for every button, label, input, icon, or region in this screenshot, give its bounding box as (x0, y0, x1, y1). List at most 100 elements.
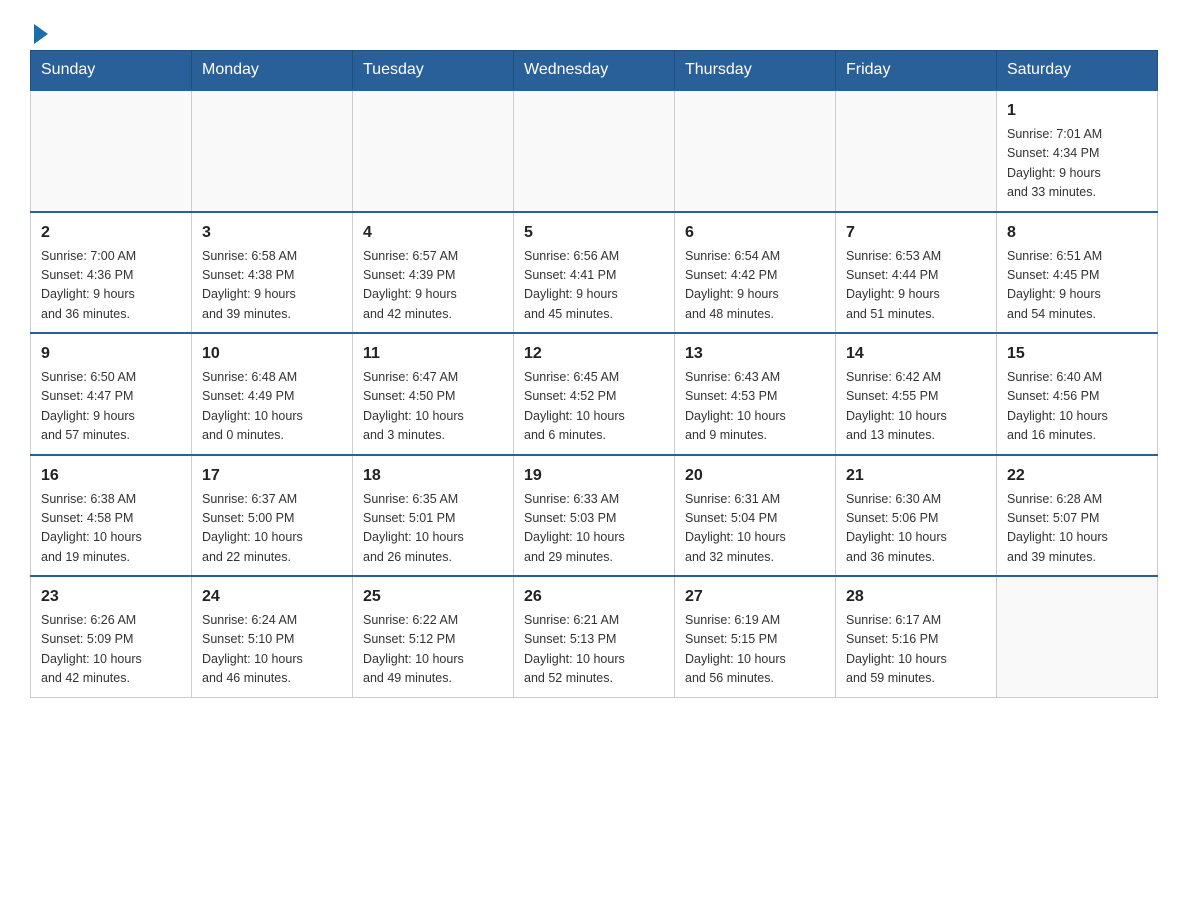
day-number: 11 (363, 342, 503, 366)
day-info: Sunrise: 6:40 AM Sunset: 4:56 PM Dayligh… (1007, 368, 1147, 446)
calendar-cell: 22Sunrise: 6:28 AM Sunset: 5:07 PM Dayli… (997, 455, 1158, 577)
day-info: Sunrise: 6:26 AM Sunset: 5:09 PM Dayligh… (41, 611, 181, 689)
day-number: 21 (846, 464, 986, 488)
day-info: Sunrise: 6:22 AM Sunset: 5:12 PM Dayligh… (363, 611, 503, 689)
calendar-cell: 18Sunrise: 6:35 AM Sunset: 5:01 PM Dayli… (353, 455, 514, 577)
calendar-cell: 19Sunrise: 6:33 AM Sunset: 5:03 PM Dayli… (514, 455, 675, 577)
day-info: Sunrise: 6:38 AM Sunset: 4:58 PM Dayligh… (41, 490, 181, 568)
day-number: 6 (685, 221, 825, 245)
day-info: Sunrise: 6:37 AM Sunset: 5:00 PM Dayligh… (202, 490, 342, 568)
day-info: Sunrise: 6:54 AM Sunset: 4:42 PM Dayligh… (685, 247, 825, 325)
day-info: Sunrise: 6:57 AM Sunset: 4:39 PM Dayligh… (363, 247, 503, 325)
day-info: Sunrise: 6:50 AM Sunset: 4:47 PM Dayligh… (41, 368, 181, 446)
week-row-5: 23Sunrise: 6:26 AM Sunset: 5:09 PM Dayli… (31, 576, 1158, 697)
day-info: Sunrise: 7:00 AM Sunset: 4:36 PM Dayligh… (41, 247, 181, 325)
calendar-cell: 12Sunrise: 6:45 AM Sunset: 4:52 PM Dayli… (514, 333, 675, 455)
calendar-cell: 5Sunrise: 6:56 AM Sunset: 4:41 PM Daylig… (514, 212, 675, 334)
calendar-cell: 11Sunrise: 6:47 AM Sunset: 4:50 PM Dayli… (353, 333, 514, 455)
day-info: Sunrise: 6:47 AM Sunset: 4:50 PM Dayligh… (363, 368, 503, 446)
day-info: Sunrise: 6:24 AM Sunset: 5:10 PM Dayligh… (202, 611, 342, 689)
day-number: 13 (685, 342, 825, 366)
calendar-cell: 1Sunrise: 7:01 AM Sunset: 4:34 PM Daylig… (997, 90, 1158, 212)
day-number: 23 (41, 585, 181, 609)
calendar-cell (997, 576, 1158, 697)
calendar-table: SundayMondayTuesdayWednesdayThursdayFrid… (30, 50, 1158, 698)
day-info: Sunrise: 6:51 AM Sunset: 4:45 PM Dayligh… (1007, 247, 1147, 325)
day-number: 12 (524, 342, 664, 366)
calendar-cell: 15Sunrise: 6:40 AM Sunset: 4:56 PM Dayli… (997, 333, 1158, 455)
calendar-cell: 4Sunrise: 6:57 AM Sunset: 4:39 PM Daylig… (353, 212, 514, 334)
day-info: Sunrise: 6:30 AM Sunset: 5:06 PM Dayligh… (846, 490, 986, 568)
day-number: 24 (202, 585, 342, 609)
day-number: 9 (41, 342, 181, 366)
weekday-header-monday: Monday (192, 51, 353, 91)
calendar-cell (353, 90, 514, 212)
day-number: 22 (1007, 464, 1147, 488)
week-row-1: 1Sunrise: 7:01 AM Sunset: 4:34 PM Daylig… (31, 90, 1158, 212)
calendar-cell: 24Sunrise: 6:24 AM Sunset: 5:10 PM Dayli… (192, 576, 353, 697)
day-number: 27 (685, 585, 825, 609)
weekday-header-friday: Friday (836, 51, 997, 91)
day-number: 28 (846, 585, 986, 609)
calendar-cell: 13Sunrise: 6:43 AM Sunset: 4:53 PM Dayli… (675, 333, 836, 455)
calendar-cell (192, 90, 353, 212)
day-number: 26 (524, 585, 664, 609)
day-info: Sunrise: 6:56 AM Sunset: 4:41 PM Dayligh… (524, 247, 664, 325)
calendar-cell: 10Sunrise: 6:48 AM Sunset: 4:49 PM Dayli… (192, 333, 353, 455)
calendar-cell: 17Sunrise: 6:37 AM Sunset: 5:00 PM Dayli… (192, 455, 353, 577)
calendar-cell: 27Sunrise: 6:19 AM Sunset: 5:15 PM Dayli… (675, 576, 836, 697)
day-info: Sunrise: 6:43 AM Sunset: 4:53 PM Dayligh… (685, 368, 825, 446)
calendar-cell: 25Sunrise: 6:22 AM Sunset: 5:12 PM Dayli… (353, 576, 514, 697)
calendar-cell: 7Sunrise: 6:53 AM Sunset: 4:44 PM Daylig… (836, 212, 997, 334)
calendar-cell: 2Sunrise: 7:00 AM Sunset: 4:36 PM Daylig… (31, 212, 192, 334)
day-info: Sunrise: 6:31 AM Sunset: 5:04 PM Dayligh… (685, 490, 825, 568)
weekday-header-row: SundayMondayTuesdayWednesdayThursdayFrid… (31, 51, 1158, 91)
calendar-cell: 8Sunrise: 6:51 AM Sunset: 4:45 PM Daylig… (997, 212, 1158, 334)
day-number: 2 (41, 221, 181, 245)
week-row-2: 2Sunrise: 7:00 AM Sunset: 4:36 PM Daylig… (31, 212, 1158, 334)
logo-arrow-icon (34, 24, 48, 44)
weekday-header-wednesday: Wednesday (514, 51, 675, 91)
day-number: 16 (41, 464, 181, 488)
day-info: Sunrise: 6:58 AM Sunset: 4:38 PM Dayligh… (202, 247, 342, 325)
calendar-cell (31, 90, 192, 212)
calendar-cell: 23Sunrise: 6:26 AM Sunset: 5:09 PM Dayli… (31, 576, 192, 697)
calendar-cell: 21Sunrise: 6:30 AM Sunset: 5:06 PM Dayli… (836, 455, 997, 577)
calendar-cell: 28Sunrise: 6:17 AM Sunset: 5:16 PM Dayli… (836, 576, 997, 697)
week-row-4: 16Sunrise: 6:38 AM Sunset: 4:58 PM Dayli… (31, 455, 1158, 577)
day-info: Sunrise: 6:42 AM Sunset: 4:55 PM Dayligh… (846, 368, 986, 446)
day-number: 18 (363, 464, 503, 488)
weekday-header-tuesday: Tuesday (353, 51, 514, 91)
day-info: Sunrise: 7:01 AM Sunset: 4:34 PM Dayligh… (1007, 125, 1147, 203)
day-number: 19 (524, 464, 664, 488)
logo (30, 20, 48, 40)
page-header (30, 20, 1158, 40)
day-info: Sunrise: 6:19 AM Sunset: 5:15 PM Dayligh… (685, 611, 825, 689)
day-number: 1 (1007, 99, 1147, 123)
day-number: 4 (363, 221, 503, 245)
day-number: 3 (202, 221, 342, 245)
day-number: 17 (202, 464, 342, 488)
day-info: Sunrise: 6:48 AM Sunset: 4:49 PM Dayligh… (202, 368, 342, 446)
calendar-cell: 6Sunrise: 6:54 AM Sunset: 4:42 PM Daylig… (675, 212, 836, 334)
calendar-cell: 16Sunrise: 6:38 AM Sunset: 4:58 PM Dayli… (31, 455, 192, 577)
day-info: Sunrise: 6:17 AM Sunset: 5:16 PM Dayligh… (846, 611, 986, 689)
day-number: 15 (1007, 342, 1147, 366)
calendar-cell: 3Sunrise: 6:58 AM Sunset: 4:38 PM Daylig… (192, 212, 353, 334)
day-number: 7 (846, 221, 986, 245)
day-info: Sunrise: 6:33 AM Sunset: 5:03 PM Dayligh… (524, 490, 664, 568)
calendar-cell (514, 90, 675, 212)
calendar-cell: 26Sunrise: 6:21 AM Sunset: 5:13 PM Dayli… (514, 576, 675, 697)
week-row-3: 9Sunrise: 6:50 AM Sunset: 4:47 PM Daylig… (31, 333, 1158, 455)
calendar-cell: 20Sunrise: 6:31 AM Sunset: 5:04 PM Dayli… (675, 455, 836, 577)
day-info: Sunrise: 6:35 AM Sunset: 5:01 PM Dayligh… (363, 490, 503, 568)
day-number: 14 (846, 342, 986, 366)
day-info: Sunrise: 6:21 AM Sunset: 5:13 PM Dayligh… (524, 611, 664, 689)
calendar-cell (675, 90, 836, 212)
day-info: Sunrise: 6:28 AM Sunset: 5:07 PM Dayligh… (1007, 490, 1147, 568)
calendar-cell: 14Sunrise: 6:42 AM Sunset: 4:55 PM Dayli… (836, 333, 997, 455)
weekday-header-thursday: Thursday (675, 51, 836, 91)
day-info: Sunrise: 6:45 AM Sunset: 4:52 PM Dayligh… (524, 368, 664, 446)
weekday-header-saturday: Saturday (997, 51, 1158, 91)
day-number: 8 (1007, 221, 1147, 245)
